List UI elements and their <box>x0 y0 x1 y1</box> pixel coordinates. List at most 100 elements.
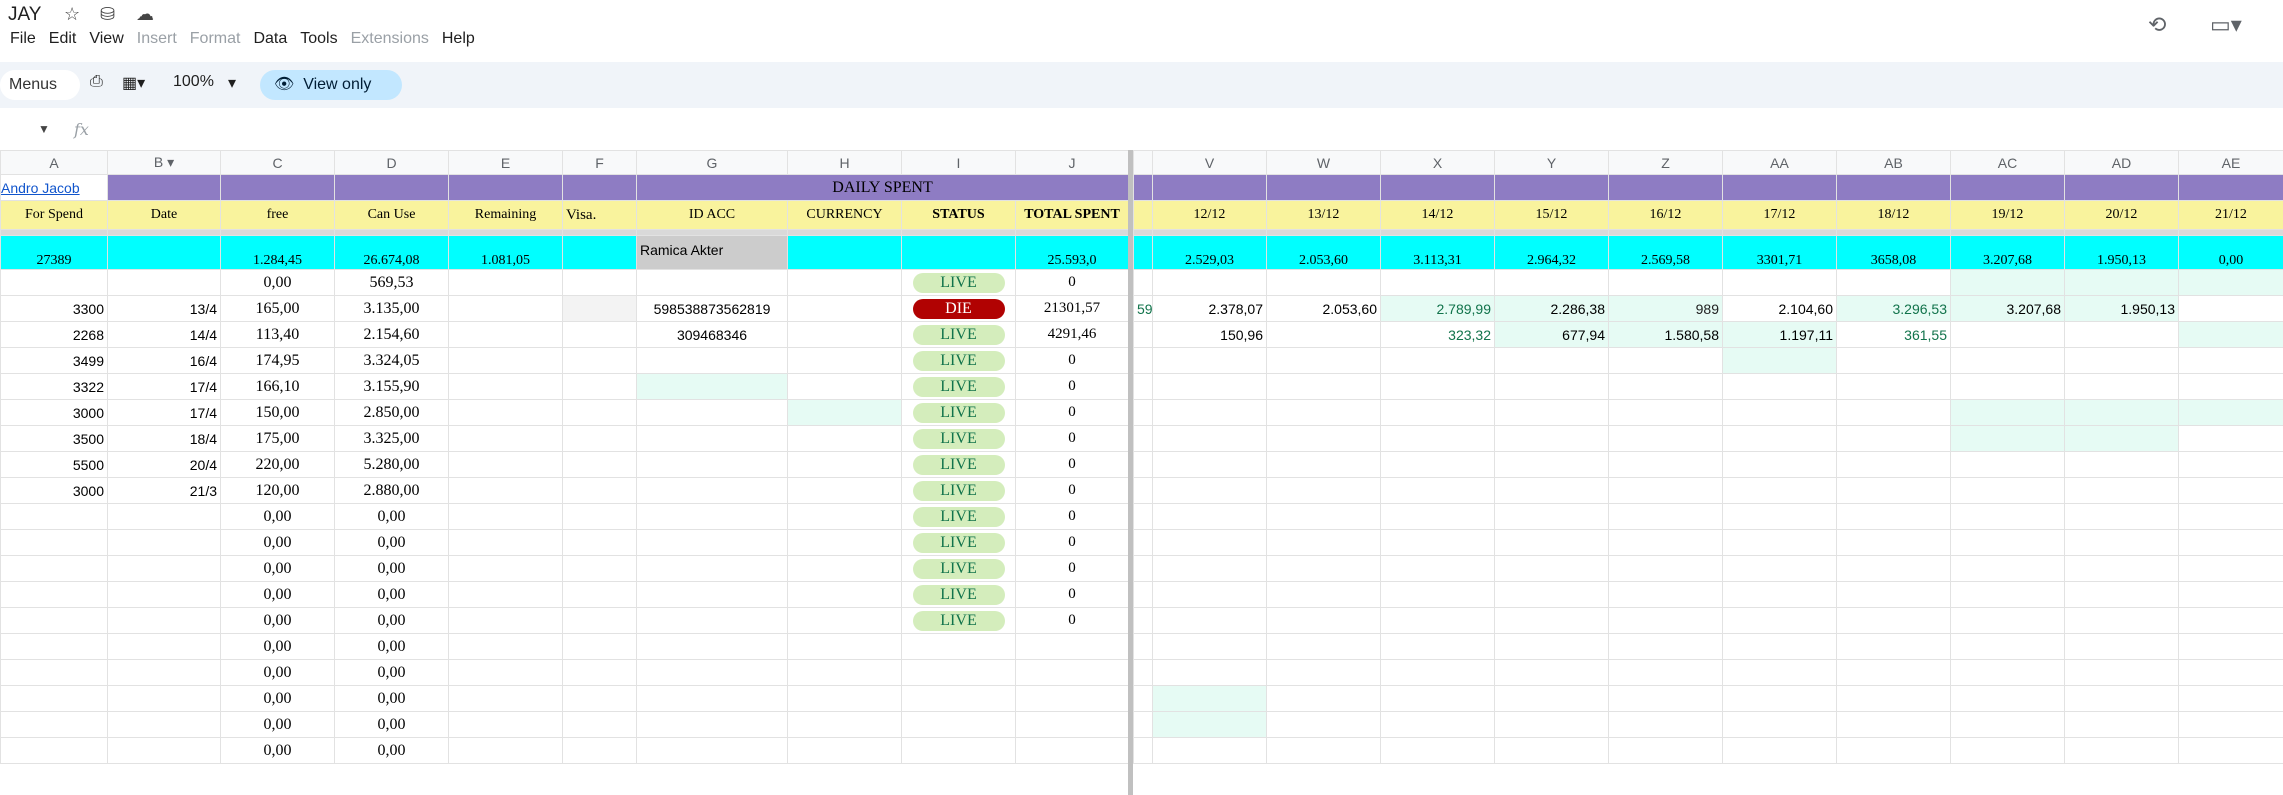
cell-status[interactable] <box>901 737 1016 764</box>
cell-can-use[interactable]: 3.155,90 <box>334 373 449 400</box>
cell-daily-spend[interactable] <box>1494 477 1609 504</box>
cell-date[interactable] <box>107 269 221 296</box>
header-date[interactable]: 12/12 <box>1152 200 1267 230</box>
cell-daily-spend[interactable] <box>2064 321 2179 348</box>
cell-for-spend[interactable]: 3300 <box>0 295 108 322</box>
cell-u[interactable] <box>1133 633 1153 660</box>
column-header-ad[interactable]: AD <box>2064 150 2179 175</box>
cell-daily-spend[interactable] <box>1494 555 1609 582</box>
cell-daily-spend[interactable] <box>1836 711 1951 738</box>
cell-for-spend[interactable]: 3000 <box>0 477 108 504</box>
cell-daily-spend[interactable] <box>1722 347 1837 374</box>
cell-visa[interactable] <box>562 737 637 764</box>
cell-for-spend[interactable] <box>0 607 108 634</box>
cell-daily-spend[interactable] <box>1608 425 1723 452</box>
cell-u[interactable] <box>1133 373 1153 400</box>
status-chip[interactable]: LIVE <box>912 376 1005 397</box>
cell-status[interactable]: LIVE <box>901 321 1016 348</box>
cell-id-acc[interactable] <box>636 711 788 738</box>
cell-daily-spend[interactable] <box>1836 347 1951 374</box>
cell-for-spend[interactable] <box>0 555 108 582</box>
cell-daily-spend[interactable] <box>1152 633 1267 660</box>
cell-daily-spend[interactable] <box>1608 581 1723 608</box>
purple-cell[interactable] <box>1133 174 1153 201</box>
cell-date[interactable] <box>107 659 221 686</box>
total-cell[interactable]: 2.964,32 <box>1494 235 1609 270</box>
cell-daily-spend[interactable] <box>1380 399 1495 426</box>
daily-spent-header[interactable]: DAILY SPENT <box>636 174 1129 201</box>
cell-daily-spend[interactable] <box>1836 633 1951 660</box>
cell-free[interactable]: 0,00 <box>220 269 335 296</box>
menu-help[interactable]: Help <box>442 30 475 54</box>
cell-daily-spend[interactable] <box>1494 633 1609 660</box>
cell-total-spent[interactable]: 4291,46 <box>1015 321 1129 348</box>
cell-u[interactable] <box>1133 529 1153 556</box>
cell-date[interactable]: 13/4 <box>107 295 221 322</box>
cell-daily-spend[interactable] <box>1608 685 1723 712</box>
cell-daily-spend[interactable] <box>1608 503 1723 530</box>
cell-daily-spend[interactable] <box>1836 685 1951 712</box>
cell-daily-spend[interactable] <box>1608 711 1723 738</box>
column-header-ab[interactable]: AB <box>1836 150 1951 175</box>
cell-daily-spend[interactable] <box>1950 373 2065 400</box>
cell-daily-spend[interactable] <box>1152 451 1267 478</box>
cell-daily-spend[interactable] <box>1266 581 1381 608</box>
cell-free[interactable]: 175,00 <box>220 425 335 452</box>
cell-total-spent[interactable]: 0 <box>1015 529 1129 556</box>
cell-for-spend[interactable] <box>0 581 108 608</box>
cell-total-spent[interactable]: 0 <box>1015 373 1129 400</box>
cell-free[interactable]: 0,00 <box>220 633 335 660</box>
cell-status[interactable]: LIVE <box>901 581 1016 608</box>
status-chip[interactable]: LIVE <box>912 272 1005 293</box>
cell-daily-spend[interactable] <box>1152 503 1267 530</box>
cell-free[interactable]: 166,10 <box>220 373 335 400</box>
cell-daily-spend[interactable] <box>1494 373 1609 400</box>
cell-remaining[interactable] <box>448 659 563 686</box>
cell-daily-spend[interactable] <box>1266 503 1381 530</box>
cell-daily-spend[interactable] <box>1266 373 1381 400</box>
cell-daily-spend[interactable] <box>1836 477 1951 504</box>
column-header-z[interactable]: Z <box>1608 150 1723 175</box>
cell-daily-spend[interactable]: 150,96 <box>1152 321 1267 348</box>
cell-daily-spend[interactable] <box>1722 269 1837 296</box>
cell-daily-spend[interactable] <box>1722 633 1837 660</box>
menu-file[interactable]: File <box>10 30 36 54</box>
cell-daily-spend[interactable] <box>2064 347 2179 374</box>
cell-remaining[interactable] <box>448 477 563 504</box>
cell-remaining[interactable] <box>448 321 563 348</box>
cell-daily-spend[interactable] <box>1380 451 1495 478</box>
print-icon[interactable]: ⎙ <box>90 73 103 91</box>
header-currency[interactable]: CURRENCY <box>787 200 902 230</box>
cell-daily-spend[interactable] <box>1494 659 1609 686</box>
purple-cell[interactable] <box>1494 174 1609 201</box>
cell-daily-spend[interactable] <box>1836 425 1951 452</box>
cell-daily-spend[interactable] <box>1152 659 1267 686</box>
menu-data[interactable]: Data <box>253 30 287 54</box>
cell-daily-spend[interactable] <box>1380 269 1495 296</box>
column-header-h[interactable]: H <box>787 150 902 175</box>
header-date[interactable]: 13/12 <box>1266 200 1381 230</box>
cell-daily-spend[interactable] <box>1836 581 1951 608</box>
cell-for-spend[interactable]: 5500 <box>0 451 108 478</box>
cell-currency[interactable] <box>787 347 902 374</box>
total-cell[interactable]: 25.593,0 <box>1015 235 1129 270</box>
cell-can-use[interactable]: 0,00 <box>334 529 449 556</box>
header-date[interactable]: Date <box>107 200 221 230</box>
cell-u[interactable] <box>1133 451 1153 478</box>
cell-daily-spend[interactable] <box>1266 555 1381 582</box>
cell-daily-spend[interactable] <box>1722 555 1837 582</box>
cell-daily-spend[interactable] <box>2064 425 2179 452</box>
total-cell[interactable]: 3.207,68 <box>1950 235 2065 270</box>
cell-daily-spend[interactable] <box>1380 659 1495 686</box>
cell-daily-spend[interactable] <box>1836 373 1951 400</box>
cell-total-spent[interactable]: 0 <box>1015 347 1129 374</box>
cell-can-use[interactable]: 0,00 <box>334 711 449 738</box>
cell-for-spend[interactable] <box>0 269 108 296</box>
cell-daily-spend[interactable] <box>2064 555 2179 582</box>
cell-status[interactable]: LIVE <box>901 269 1016 296</box>
purple-cell[interactable] <box>562 174 637 201</box>
cell-id-acc[interactable]: 309468346 <box>636 321 788 348</box>
cell-daily-spend[interactable] <box>1152 269 1267 296</box>
cell-daily-spend[interactable] <box>1494 347 1609 374</box>
total-cell[interactable] <box>901 235 1016 270</box>
